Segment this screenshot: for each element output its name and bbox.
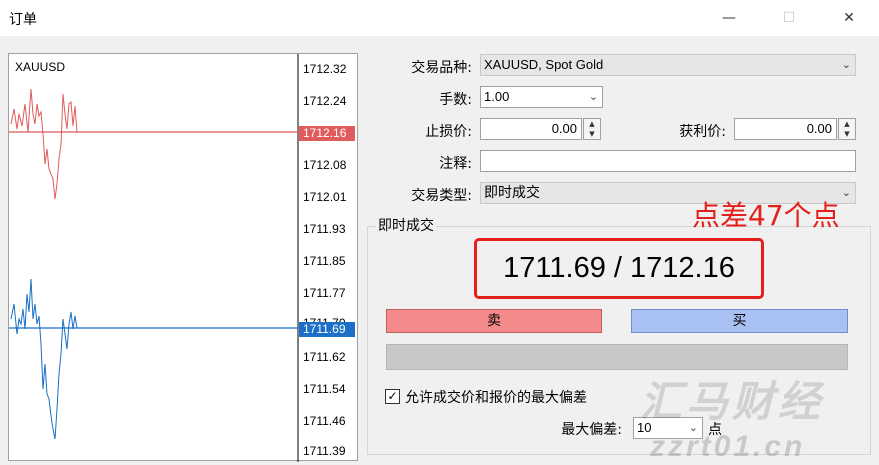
price-level: 1711.54 xyxy=(303,382,346,396)
symbol-label: 交易品种: xyxy=(411,60,472,76)
spin-up-icon[interactable]: ▲ xyxy=(844,120,849,128)
spin-up-icon[interactable]: ▲ xyxy=(589,120,594,128)
order-type-value: 即时成交 xyxy=(484,185,540,201)
take-profit-label: 获利价: xyxy=(679,124,726,140)
symbol-select[interactable]: XAUUSD, Spot Gold ⌄ xyxy=(480,54,856,76)
volume-select[interactable]: 1.00 ⌄ xyxy=(480,86,603,108)
max-deviation-label: 最大偏差: xyxy=(561,422,622,438)
price-level: 1711.46 xyxy=(303,414,346,428)
price-level: 1711.93 xyxy=(303,222,346,236)
close-icon[interactable]: ✕ xyxy=(826,0,872,36)
allow-deviation-checkbox[interactable]: ✓ xyxy=(385,389,400,404)
chevron-down-icon: ⌄ xyxy=(588,91,598,103)
price-level: 1711.77 xyxy=(303,286,346,300)
price-level: 1712.01 xyxy=(303,190,347,204)
watermark-url: zzrt01.cn xyxy=(650,430,806,463)
allow-deviation-label: 允许成交价和报价的最大偏差 xyxy=(405,390,587,406)
symbol-select-value: XAUUSD, Spot Gold xyxy=(484,57,604,72)
spin-down-icon[interactable]: ▼ xyxy=(844,130,849,138)
minimize-icon[interactable]: — xyxy=(706,0,752,36)
spin-down-icon[interactable]: ▼ xyxy=(589,130,594,138)
ask-tick-line xyxy=(10,88,298,200)
instant-execution-title: 即时成交 xyxy=(376,215,436,235)
take-profit-input[interactable]: 0.00 xyxy=(734,118,837,140)
chart-symbol-label: XAUUSD xyxy=(15,60,66,74)
price-level: 1711.62 xyxy=(303,350,346,364)
quote-highlight-box: 1711.69 / 1712.16 xyxy=(474,238,764,299)
stop-loss-label: 止损价: xyxy=(425,124,472,140)
buy-button[interactable]: 买 xyxy=(631,309,848,333)
tick-chart: XAUUSD 1712.32 1712.24 1712.16 1712.08 1… xyxy=(8,53,358,462)
bid-price-tag: 1711.69 xyxy=(299,322,355,337)
bid-tick-line xyxy=(10,278,298,440)
price-level: 1712.32 xyxy=(303,62,347,76)
price-level: 1712.24 xyxy=(303,94,347,108)
maximize-icon[interactable]: ☐ xyxy=(766,0,812,36)
price-level: 1712.08 xyxy=(303,158,347,172)
status-bar xyxy=(386,344,848,370)
volume-value: 1.00 xyxy=(484,89,510,104)
watermark-brand: 汇马财经 xyxy=(640,377,825,426)
take-profit-spinner[interactable]: ▲ ▼ xyxy=(838,118,856,140)
chevron-down-icon: ⌄ xyxy=(841,59,851,71)
bid-ask-quote: 1711.69 / 1712.16 xyxy=(503,252,735,284)
volume-label: 手数: xyxy=(439,92,472,108)
price-level: 1711.85 xyxy=(303,254,346,268)
stop-loss-spinner[interactable]: ▲ ▼ xyxy=(583,118,601,140)
comment-input[interactable] xyxy=(480,150,856,172)
comment-label: 注释: xyxy=(439,156,472,172)
chevron-down-icon: ⌄ xyxy=(841,186,851,199)
window-title: 订单 xyxy=(9,12,37,28)
order-type-label: 交易类型: xyxy=(411,188,472,204)
ask-price-tag: 1712.16 xyxy=(299,126,355,141)
stop-loss-input[interactable]: 0.00 xyxy=(480,118,582,140)
spread-annotation: 点差47个点 xyxy=(692,199,840,232)
sell-button[interactable]: 卖 xyxy=(386,309,602,333)
title-bar: 订单 — ☐ ✕ xyxy=(0,0,879,36)
price-level: 1711.39 xyxy=(303,444,346,458)
